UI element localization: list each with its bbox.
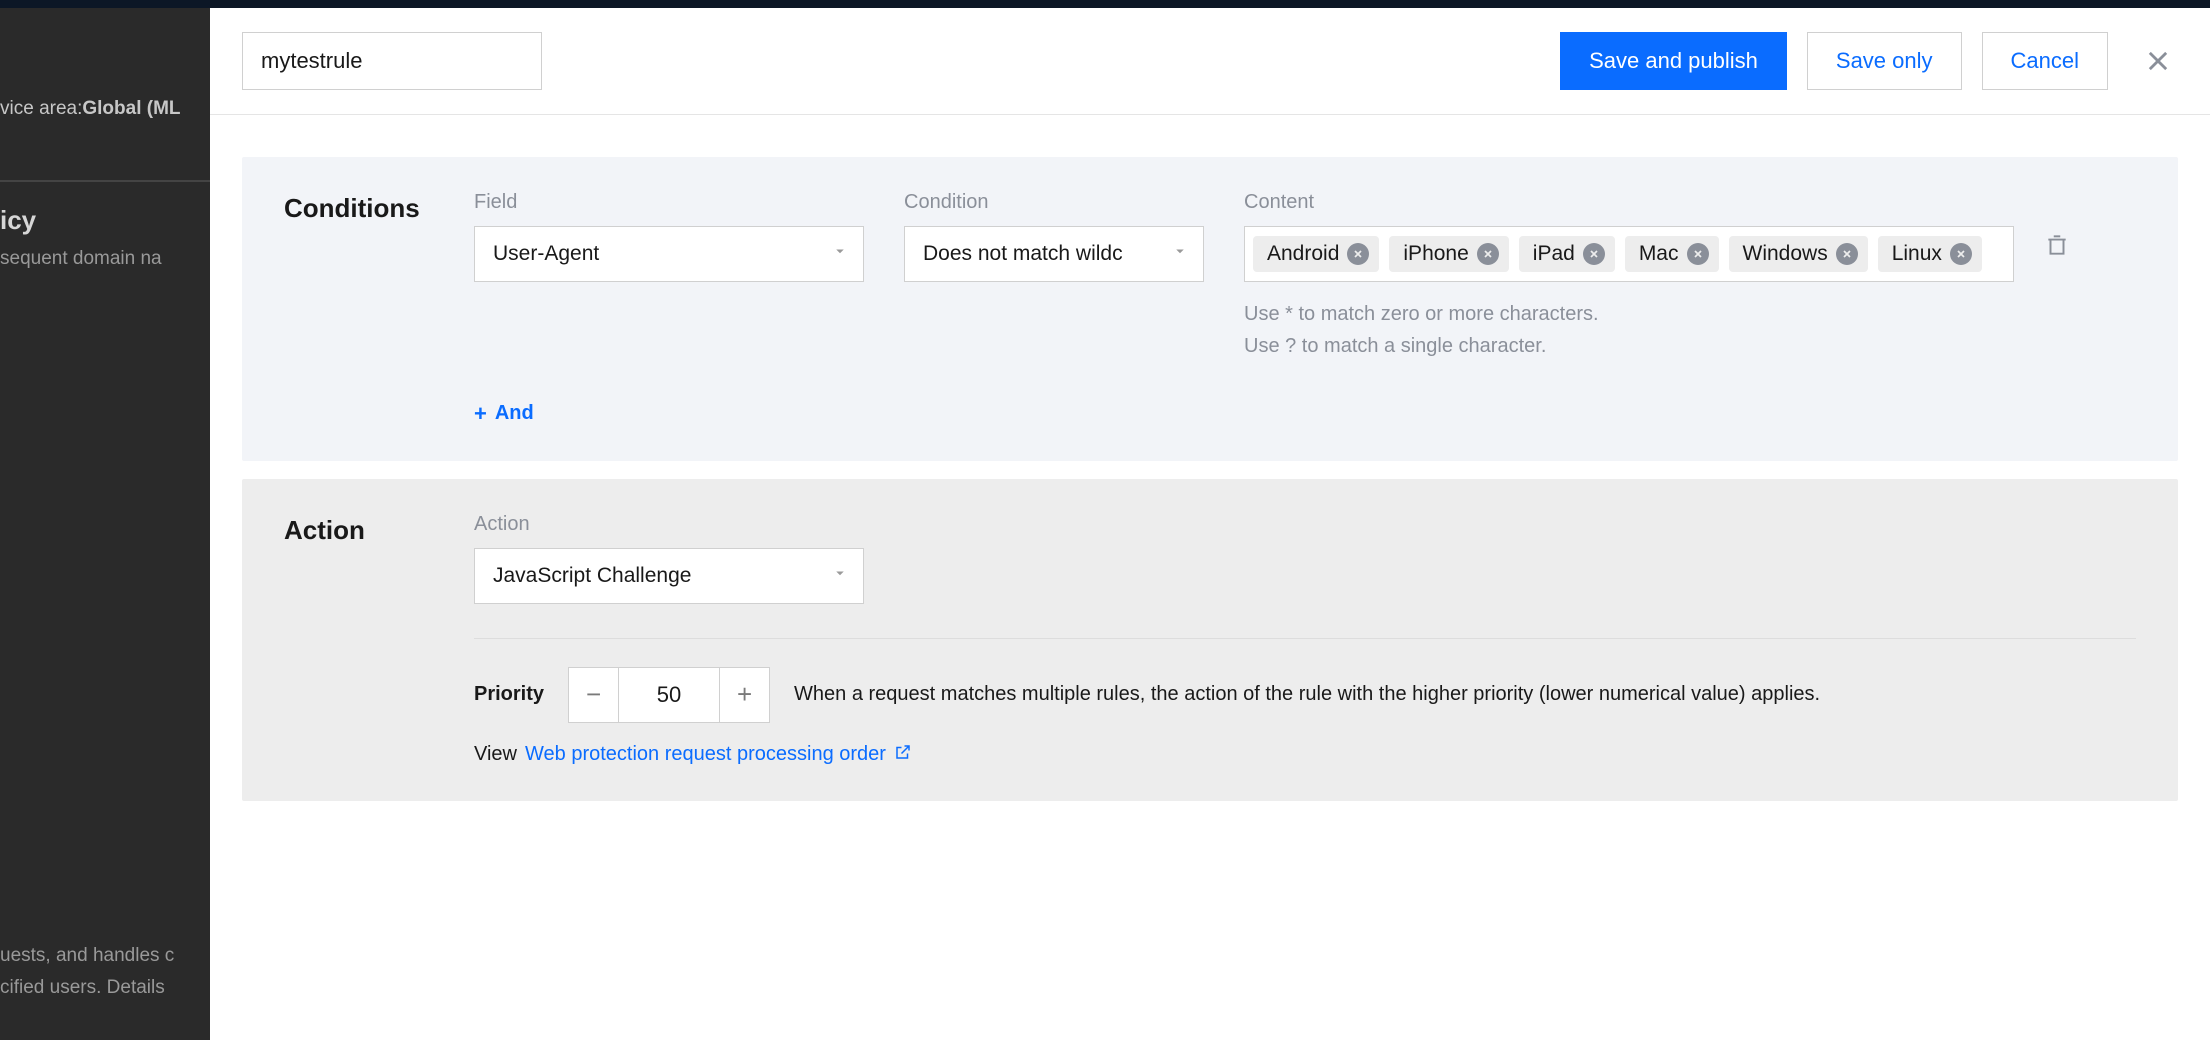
save-only-button[interactable]: Save only <box>1807 32 1962 90</box>
tag-remove-icon[interactable] <box>1836 243 1858 265</box>
tag-remove-icon[interactable] <box>1583 243 1605 265</box>
priority-decrement-button[interactable]: − <box>569 668 619 722</box>
tag-android: Android <box>1253 236 1379 272</box>
panel-body: Conditions Field User-Agent <box>210 115 2210 861</box>
tag-remove-icon[interactable] <box>1950 243 1972 265</box>
content-hint: Use * to match zero or more characters. … <box>1244 298 2136 362</box>
tag-label: iPad <box>1533 242 1575 266</box>
close-icon[interactable] <box>2138 41 2178 81</box>
bg-divider <box>0 180 210 182</box>
action-select-value: JavaScript Challenge <box>493 564 691 588</box>
action-title: Action <box>284 513 434 767</box>
plus-icon: + <box>474 403 487 425</box>
tag-label: iPhone <box>1403 242 1468 266</box>
hint-line2: Use ? to match a single character. <box>1244 330 2136 362</box>
delete-condition-icon[interactable] <box>2044 226 2070 264</box>
bg-uests-text: uests, and handles c cified users. Detai… <box>0 940 174 1005</box>
chevron-down-icon <box>1171 242 1189 266</box>
tag-label: Windows <box>1743 242 1828 266</box>
tag-mac: Mac <box>1625 236 1719 272</box>
tag-label: Android <box>1267 242 1339 266</box>
chevron-down-icon <box>831 242 849 266</box>
tag-label: Mac <box>1639 242 1679 266</box>
priority-value: 50 <box>619 668 719 722</box>
action-divider <box>474 638 2136 639</box>
condition-select-value: Does not match wildc <box>923 242 1123 266</box>
bg-service-value: Global (ML <box>82 98 180 119</box>
tag-linux: Linux <box>1878 236 1982 272</box>
bg-service-label: vice area: <box>0 98 82 119</box>
action-select[interactable]: JavaScript Challenge <box>474 548 864 604</box>
conditions-title: Conditions <box>284 191 434 427</box>
view-link-text: Web protection request processing order <box>525 743 886 766</box>
bg-domain-text: sequent domain na <box>0 248 162 270</box>
view-label: View <box>474 743 517 766</box>
field-select-value: User-Agent <box>493 242 599 266</box>
content-tags-input[interactable]: Android iPhone iPad <box>1244 226 2014 282</box>
chevron-down-icon <box>831 564 849 588</box>
field-label: Field <box>474 191 864 214</box>
add-and-label: And <box>495 402 534 425</box>
tag-remove-icon[interactable] <box>1687 243 1709 265</box>
tag-label: Linux <box>1892 242 1942 266</box>
priority-increment-button[interactable]: + <box>719 668 769 722</box>
condition-select[interactable]: Does not match wildc <box>904 226 1204 282</box>
action-label: Action <box>474 513 864 536</box>
action-section: Action Action JavaScript Challenge Prior… <box>242 479 2178 801</box>
tag-remove-icon[interactable] <box>1347 243 1369 265</box>
content-label: Content <box>1244 191 2136 214</box>
tag-remove-icon[interactable] <box>1477 243 1499 265</box>
save-and-publish-button[interactable]: Save and publish <box>1560 32 1787 90</box>
conditions-section: Conditions Field User-Agent <box>242 157 2178 461</box>
panel-top-strip <box>210 0 2210 8</box>
tag-ipad: iPad <box>1519 236 1615 272</box>
bg-service-area: vice area:Global (ML <box>0 98 181 120</box>
rule-name-input[interactable] <box>242 32 542 90</box>
bg-uests-line1: uests, and handles c <box>0 940 174 972</box>
panel-header: Save and publish Save only Cancel <box>210 8 2210 115</box>
bg-icy-text: icy <box>0 205 36 236</box>
priority-stepper[interactable]: − 50 + <box>568 667 770 723</box>
hint-line1: Use * to match zero or more characters. <box>1244 298 2136 330</box>
processing-order-link[interactable]: Web protection request processing order <box>525 743 912 767</box>
priority-label: Priority <box>474 683 544 706</box>
field-select[interactable]: User-Agent <box>474 226 864 282</box>
tag-windows: Windows <box>1729 236 1868 272</box>
external-link-icon <box>894 743 912 767</box>
priority-description: When a request matches multiple rules, t… <box>794 683 1820 706</box>
side-panel: Save and publish Save only Cancel Condit… <box>210 0 2210 1040</box>
bg-uests-line2: cified users. Details <box>0 972 174 1004</box>
add-and-button[interactable]: + And <box>474 402 534 425</box>
tag-iphone: iPhone <box>1389 236 1508 272</box>
condition-label: Condition <box>904 191 1204 214</box>
cancel-button[interactable]: Cancel <box>1982 32 2108 90</box>
